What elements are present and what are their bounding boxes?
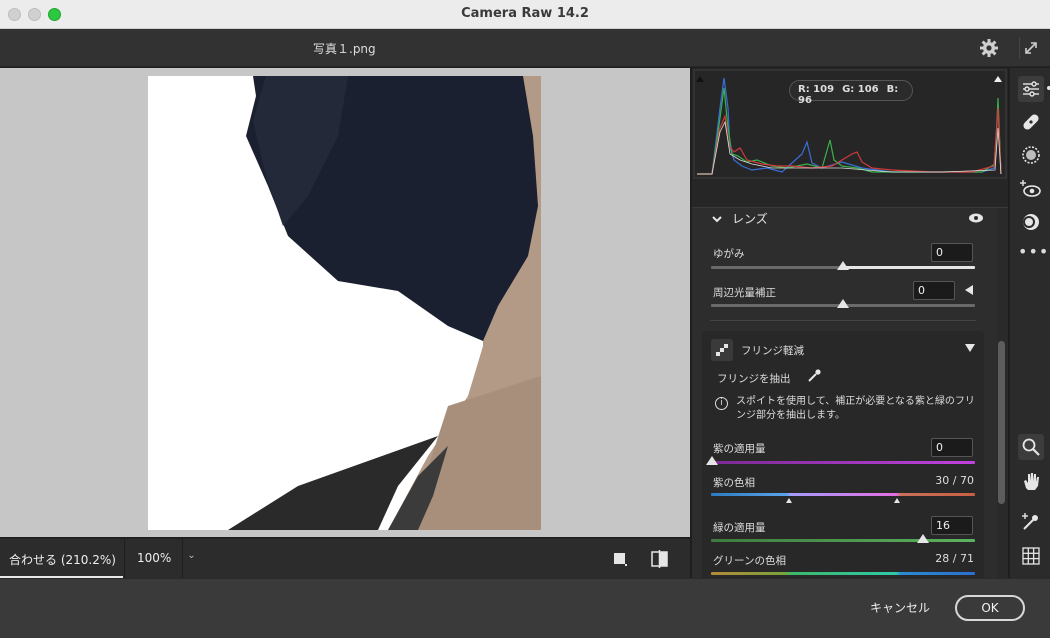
- green-amount-slider-thumb[interactable]: [917, 534, 929, 543]
- panel-scrollbar[interactable]: [997, 208, 1008, 578]
- green-amount-slider[interactable]: [711, 539, 975, 542]
- purple-amount-slider[interactable]: [711, 461, 975, 464]
- settings-gear-icon[interactable]: [978, 37, 1000, 59]
- cancel-button[interactable]: キャンセル: [858, 595, 942, 621]
- fullscreen-icon[interactable]: [1019, 37, 1041, 59]
- zoom-100-button[interactable]: 100%: [124, 539, 181, 578]
- view-bar: 合わせる (210.2%) 100% ⌄: [0, 538, 690, 578]
- top-toolbar: 写真１.png: [0, 29, 1050, 67]
- g-value: G: 106: [842, 84, 879, 95]
- purple-hue-value: 30 / 70: [935, 474, 974, 487]
- green-hue-slider[interactable]: [711, 572, 975, 575]
- r-value: R: 109: [798, 84, 835, 95]
- more-icon[interactable]: •••: [1018, 239, 1048, 265]
- healing-icon[interactable]: [1018, 109, 1044, 135]
- lens-section-title[interactable]: レンズ: [732, 210, 768, 227]
- grid-icon[interactable]: [1018, 543, 1044, 569]
- chevron-down-icon[interactable]: [711, 213, 723, 225]
- purple-hue-right-handle[interactable]: [894, 498, 900, 503]
- eyedropper-icon[interactable]: [806, 368, 822, 384]
- purple-amount-label: 紫の適用量: [713, 443, 766, 455]
- file-name: 写真１.png: [313, 42, 376, 56]
- eye-icon[interactable]: [968, 212, 984, 224]
- before-after-icon[interactable]: [650, 550, 670, 568]
- image-canvas[interactable]: [0, 68, 690, 537]
- rgb-readout: R: 109 G: 106 B: 96: [789, 80, 913, 106]
- purple-hue-left-handle[interactable]: [786, 498, 792, 503]
- sample-fringe-label: フリンジを抽出: [717, 373, 791, 385]
- reset-arrow-icon[interactable]: [965, 285, 973, 295]
- purple-amount-input[interactable]: 0: [931, 438, 973, 457]
- presets-icon[interactable]: [1018, 209, 1044, 235]
- divider: [710, 320, 976, 321]
- info-icon: i: [715, 397, 728, 410]
- panel-scrollbar-thumb[interactable]: [998, 341, 1005, 504]
- defringe-title[interactable]: フリンジ軽減: [741, 343, 804, 358]
- green-hue-label: グリーンの色相: [713, 555, 786, 567]
- photo-preview[interactable]: [148, 76, 541, 530]
- fit-zoom-button[interactable]: 合わせる (210.2%): [0, 539, 123, 578]
- vignette-input[interactable]: 0: [913, 281, 955, 300]
- edit-panel: R: 109 G: 106 B: 96 レンズ ゆがみ 0 周辺光量補正 0 フリン…: [692, 68, 1008, 578]
- distortion-label: ゆがみ: [713, 248, 745, 260]
- dialog-footer: キャンセル OK: [0, 578, 1050, 638]
- green-amount-label: 緑の適用量: [713, 522, 766, 534]
- window-title: Camera Raw 14.2: [461, 6, 589, 21]
- vignette-slider-thumb[interactable]: [837, 299, 849, 308]
- zoom-dropdown[interactable]: ⌄: [182, 539, 200, 578]
- ok-button[interactable]: OK: [955, 595, 1025, 621]
- hand-icon[interactable]: [1018, 468, 1044, 494]
- distortion-input[interactable]: 0: [931, 243, 973, 262]
- mask-icon[interactable]: [1018, 142, 1044, 168]
- purple-amount-slider-thumb[interactable]: [706, 456, 718, 465]
- purple-hue-label: 紫の色相: [713, 477, 755, 489]
- tool-strip: •••: [1009, 68, 1050, 578]
- zoom-icon[interactable]: [1018, 434, 1044, 460]
- redeye-icon[interactable]: [1018, 176, 1044, 202]
- purple-hue-slider[interactable]: [711, 493, 975, 496]
- defringe-info-text: スポイトを使用して、補正が必要となる紫と緑のフリンジ部分を抽出します。: [736, 396, 975, 421]
- collapse-triangle-icon[interactable]: [965, 344, 975, 352]
- compare-single-icon[interactable]: [612, 551, 628, 567]
- color-sampler-icon[interactable]: [1018, 509, 1044, 535]
- edit-sliders-icon[interactable]: [1018, 76, 1044, 102]
- green-amount-input[interactable]: 16: [931, 516, 973, 535]
- green-hue-value: 28 / 71: [935, 552, 974, 565]
- distortion-slider-thumb[interactable]: [837, 261, 849, 270]
- window-titlebar: Camera Raw 14.2: [0, 0, 1050, 29]
- defringe-icon: [711, 339, 733, 361]
- vignette-label: 周辺光量補正: [713, 287, 776, 299]
- panel-scroll-area[interactable]: レンズ ゆがみ 0 周辺光量補正 0 フリンジ軽減 フリンジを抽出 i スポイト…: [692, 208, 1008, 578]
- histogram: R: 109 G: 106 B: 96: [692, 68, 1008, 208]
